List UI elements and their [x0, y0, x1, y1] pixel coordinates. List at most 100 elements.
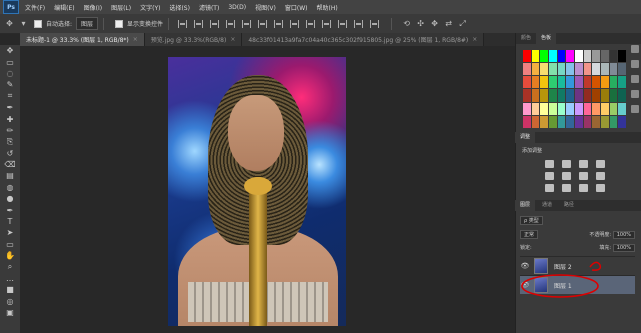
tab-swatches[interactable]: 色板: [536, 33, 557, 44]
close-icon[interactable]: ×: [133, 36, 138, 43]
hue-saturation-icon[interactable]: [562, 172, 571, 180]
distribute-left-icon[interactable]: [322, 19, 332, 28]
swatch[interactable]: [600, 76, 609, 89]
distribute-right-icon[interactable]: [354, 19, 364, 28]
color-balance-icon[interactable]: [579, 172, 588, 180]
swatch[interactable]: [523, 115, 531, 128]
menu-select[interactable]: 选择(S): [169, 3, 190, 12]
auto-select-dropdown[interactable]: 图层: [76, 17, 99, 30]
swatch[interactable]: [548, 50, 557, 63]
swatch[interactable]: [531, 115, 540, 128]
swatch[interactable]: [574, 50, 583, 63]
healing-icon[interactable]: ✚: [0, 113, 20, 124]
swatch[interactable]: [592, 89, 600, 102]
tab-adjustments[interactable]: 调整: [515, 132, 536, 143]
exposure-icon[interactable]: [596, 160, 605, 168]
swatch[interactable]: [531, 76, 540, 89]
gradient-map-icon[interactable]: [596, 184, 605, 192]
invert-icon[interactable]: [545, 184, 554, 192]
swatch[interactable]: [609, 50, 618, 63]
3d-pan-icon[interactable]: ✥: [430, 19, 439, 28]
swatch[interactable]: [540, 115, 548, 128]
more-icon[interactable]: …: [0, 273, 20, 284]
tab-document-3[interactable]: 48c33f01413a9fa7c04a40c365c302f915805.jp…: [242, 33, 485, 46]
align-left-icon[interactable]: [226, 19, 236, 28]
swatch[interactable]: [574, 76, 583, 89]
history-icon[interactable]: [630, 45, 639, 53]
vibrance-icon[interactable]: [545, 172, 554, 180]
menu-layer[interactable]: 图层(L): [111, 3, 131, 12]
swatch[interactable]: [548, 76, 557, 89]
swatch[interactable]: [531, 50, 540, 63]
swatch[interactable]: [557, 76, 566, 89]
swatch[interactable]: [540, 89, 548, 102]
shape-icon[interactable]: ▭: [0, 239, 20, 250]
swatch[interactable]: [600, 115, 609, 128]
swatch[interactable]: [609, 76, 618, 89]
menu-edit[interactable]: 编辑(E): [54, 3, 74, 12]
swatch[interactable]: [531, 89, 540, 102]
swatch[interactable]: [557, 50, 566, 63]
distribute-hcenter-icon[interactable]: [338, 19, 348, 28]
tab-paths[interactable]: 路径: [559, 200, 579, 211]
3d-mode-icon[interactable]: ⟲: [402, 19, 411, 28]
align-right-icon[interactable]: [258, 19, 268, 28]
dodge-icon[interactable]: ●: [0, 193, 20, 204]
swatch[interactable]: [618, 63, 626, 76]
opacity-input[interactable]: 100%: [612, 230, 635, 239]
swatch[interactable]: [566, 63, 574, 76]
swatch[interactable]: [609, 89, 618, 102]
swatch[interactable]: [583, 76, 592, 89]
levels-icon[interactable]: [562, 160, 571, 168]
swatch[interactable]: [592, 115, 600, 128]
swatch[interactable]: [523, 102, 531, 115]
hand-icon[interactable]: ✋: [0, 250, 20, 261]
layer-kind-filter[interactable]: ρ 类型: [520, 215, 543, 225]
swatch[interactable]: [618, 89, 626, 102]
gradient-icon[interactable]: ▤: [0, 170, 20, 181]
align-vcenter-icon[interactable]: [194, 19, 204, 28]
swatch[interactable]: [540, 50, 548, 63]
swatch[interactable]: [548, 102, 557, 115]
menu-3d[interactable]: 3D(D): [228, 4, 246, 11]
tab-document-2[interactable]: 预览.jpg @ 33.3%(RGB/8) ×: [144, 33, 243, 46]
swatch[interactable]: [583, 50, 592, 63]
swatch[interactable]: [566, 115, 574, 128]
swatch[interactable]: [618, 50, 626, 63]
path-select-icon[interactable]: ➤: [0, 227, 20, 238]
swatch[interactable]: [600, 102, 609, 115]
stamp-icon[interactable]: ⎘: [0, 136, 20, 147]
brush-settings-icon[interactable]: [630, 75, 639, 83]
auto-select-checkbox[interactable]: [34, 19, 42, 28]
document-image[interactable]: [168, 57, 346, 326]
menu-image[interactable]: 图像(I): [84, 3, 102, 12]
swatch[interactable]: [540, 63, 548, 76]
blend-mode-dropdown[interactable]: 正常: [520, 229, 539, 239]
threshold-icon[interactable]: [579, 184, 588, 192]
brightness-icon[interactable]: [545, 160, 554, 168]
swatch[interactable]: [609, 115, 618, 128]
tab-document-1[interactable]: 未标题-1 @ 33.3% (图层 1, RGB/8*) ×: [20, 33, 145, 46]
menu-window[interactable]: 窗口(W): [285, 3, 308, 12]
align-bottom-icon[interactable]: [210, 19, 220, 28]
auto-align-icon[interactable]: [370, 19, 380, 28]
swatch[interactable]: [557, 115, 566, 128]
swatch[interactable]: [523, 76, 531, 89]
menu-file[interactable]: 文件(F): [25, 3, 45, 12]
quickmask-icon[interactable]: ◎: [0, 296, 20, 307]
posterize-icon[interactable]: [562, 184, 571, 192]
distribute-top-icon[interactable]: [274, 19, 284, 28]
history-brush-icon[interactable]: ↺: [0, 148, 20, 159]
swatch[interactable]: [583, 115, 592, 128]
swatch[interactable]: [592, 63, 600, 76]
3d-slide-icon[interactable]: ⇄: [444, 19, 453, 28]
swatch[interactable]: [540, 102, 548, 115]
swatch[interactable]: [592, 76, 600, 89]
move-icon[interactable]: ✥: [0, 45, 20, 56]
close-icon[interactable]: ×: [230, 36, 235, 43]
swatch[interactable]: [618, 115, 626, 128]
swatch[interactable]: [583, 102, 592, 115]
eyedropper-icon[interactable]: ✒: [0, 102, 20, 113]
swatch[interactable]: [618, 76, 626, 89]
black-white-icon[interactable]: [596, 172, 605, 180]
